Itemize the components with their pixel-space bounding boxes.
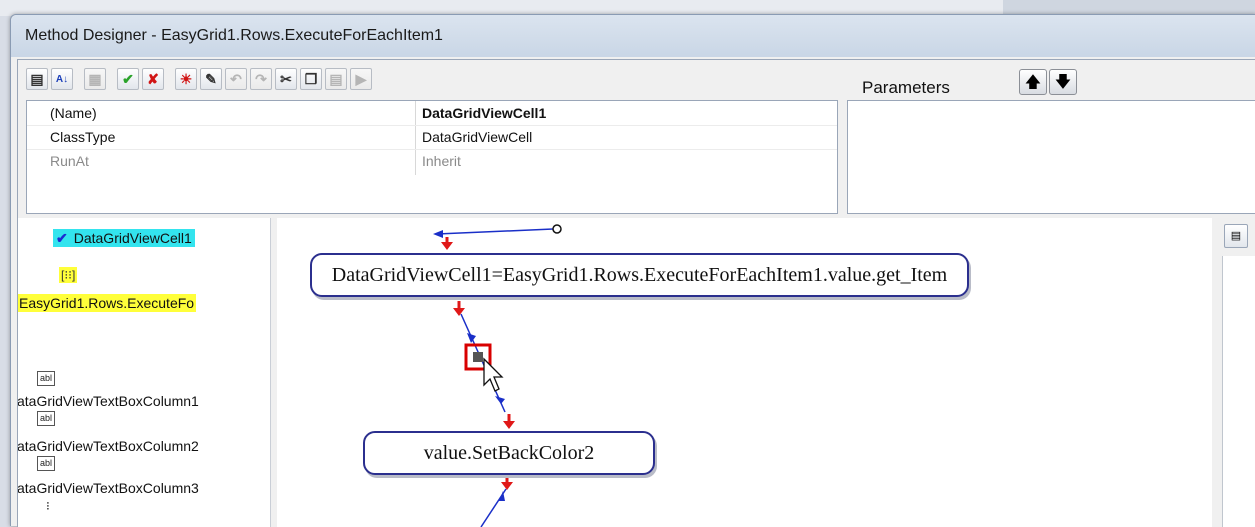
connector-arrowhead [433, 230, 443, 238]
toolbar: ▤ A↓ ▦ ✔ ✘ ☀ ✎ ↶ ↷ ✂ ❐ ▤ ▶ [26, 65, 375, 93]
sort-az-icon: A↓ [55, 73, 69, 85]
copy-button[interactable]: ❐ [300, 68, 322, 90]
parameters-list[interactable] [847, 100, 1255, 214]
property-value[interactable]: DataGridViewCell [422, 129, 532, 145]
right-side-panel: ▤ [1214, 218, 1255, 527]
object-list-panel[interactable]: ✔ DataGridViewCell1 [⁝⁝] EasyGrid1.Rows.E… [18, 218, 271, 527]
method-designer-window: Method Designer - EasyGrid1.Rows.Execute… [10, 14, 1255, 527]
redo-icon: ↷ [255, 70, 267, 87]
textbox-icon: abl [37, 411, 55, 426]
property-row-name[interactable]: (Name) DataGridViewCell1 [27, 103, 837, 125]
categorized-icon: ▤ [1230, 230, 1242, 242]
textbox-icon: abl [37, 456, 55, 471]
x-icon: ✘ [147, 70, 159, 87]
cancel-button[interactable]: ✘ [142, 68, 164, 90]
handle-dot [473, 352, 483, 362]
undo-icon: ↶ [230, 70, 242, 87]
move-down-icon: 🡇 [1054, 74, 1072, 91]
property-row-runat[interactable]: RunAt Inherit [27, 151, 837, 173]
property-value[interactable]: Inherit [422, 153, 461, 169]
categorized-view-button[interactable]: ▤ [1224, 224, 1248, 248]
entry-arrow [503, 421, 515, 429]
textbox-icon: abl [37, 371, 55, 386]
action-node-get-item[interactable]: DataGridViewCell1=EasyGrid1.Rows.Execute… [310, 253, 969, 297]
parameter-move-down-button[interactable]: 🡇 [1049, 69, 1077, 95]
property-name: ClassType [50, 129, 116, 145]
move-up-icon: 🡅 [1024, 74, 1042, 91]
categorized-icon: ▤ [30, 70, 44, 87]
paste-icon: ▤ [329, 70, 343, 87]
list-item-label: DataGridViewCell1 [73, 230, 192, 246]
list-item-label: EasyGrid1.Rows.ExecuteFo [18, 294, 197, 312]
play-icon: ▶ [355, 70, 367, 87]
cursor-icon [483, 357, 504, 392]
action-node-setbackcolor[interactable]: value.SetBackColor2 [363, 431, 655, 475]
cut-button[interactable]: ✂ [275, 68, 297, 90]
list-item-column1[interactable]: ataGridViewTextBoxColumn1 [18, 393, 199, 409]
connector-start-point [552, 224, 562, 234]
copy-icon: ❐ [304, 70, 318, 87]
right-side-list[interactable] [1222, 256, 1255, 527]
list-item-column2[interactable]: ataGridViewTextBoxColumn2 [18, 438, 199, 454]
loop-icon: [⁝⁝] [59, 267, 78, 283]
property-name: RunAt [50, 153, 89, 169]
magic-wand-button[interactable]: ✎ [200, 68, 222, 90]
wand-icon: ✎ [205, 70, 217, 87]
run-button[interactable]: ▶ [350, 68, 372, 90]
sort-alpha-button[interactable]: A↓ [51, 68, 73, 90]
property-name: (Name) [50, 105, 97, 121]
debug-button[interactable]: ☀ [175, 68, 197, 90]
title-bar[interactable]: Method Designer - EasyGrid1.Rows.Execute… [11, 15, 1255, 57]
node-label: DataGridViewCell1=EasyGrid1.Rows.Execute… [331, 264, 948, 286]
scissors-icon: ✂ [280, 70, 292, 87]
exit-arrow [453, 308, 465, 316]
check-icon: ✔ [122, 70, 134, 87]
property-grid[interactable]: (Name) DataGridViewCell1 ClassType DataG… [26, 100, 838, 214]
property-row-separator [27, 125, 837, 126]
partial-list-icon: ⁝ [46, 499, 50, 513]
property-pages-icon: ▦ [88, 70, 102, 87]
undo-button[interactable]: ↶ [225, 68, 247, 90]
property-value[interactable]: DataGridViewCell1 [422, 105, 546, 121]
paste-button[interactable]: ▤ [325, 68, 347, 90]
checkmark-icon: ✔ [56, 230, 68, 246]
property-pages-button[interactable]: ▦ [84, 68, 106, 90]
sun-icon: ☀ [179, 70, 193, 87]
method-canvas[interactable]: DataGridViewCell1=EasyGrid1.Rows.Execute… [277, 218, 1212, 527]
property-row-classtype[interactable]: ClassType DataGridViewCell [27, 127, 837, 149]
redo-button[interactable]: ↷ [250, 68, 272, 90]
categorized-view-button[interactable]: ▤ [26, 68, 48, 90]
parameters-label: Parameters [862, 78, 950, 97]
node-label: value.SetBackColor2 [423, 442, 595, 464]
ok-button[interactable]: ✔ [117, 68, 139, 90]
client-area: ▤ A↓ ▦ ✔ ✘ ☀ ✎ ↶ ↷ ✂ ❐ ▤ ▶ Parameters 🡅 🡇 (Name) Dat… [17, 59, 1255, 527]
window-title: Method Designer - EasyGrid1.Rows.Execute… [25, 27, 443, 44]
parameter-move-up-button[interactable]: 🡅 [1019, 69, 1047, 95]
list-item-datagridviewcell1[interactable]: ✔ DataGridViewCell1 [53, 229, 195, 247]
exit-arrow [501, 482, 513, 490]
property-row-separator [27, 149, 837, 150]
connector-line [436, 228, 554, 235]
list-item-column3[interactable]: ataGridViewTextBoxColumn3 [18, 480, 199, 496]
list-item-executeforeach[interactable]: EasyGrid1.Rows.ExecuteFo [18, 294, 197, 312]
entry-arrow [441, 242, 453, 250]
